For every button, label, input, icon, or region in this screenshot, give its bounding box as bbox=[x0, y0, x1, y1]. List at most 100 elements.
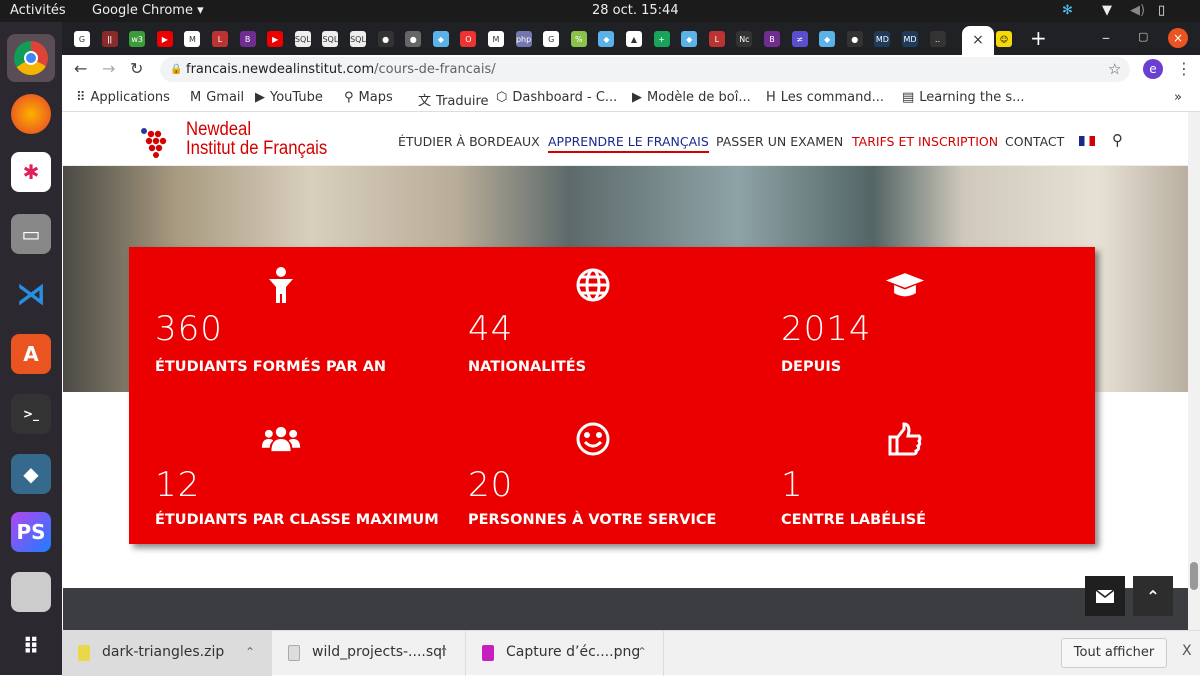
reload-button[interactable]: ↻ bbox=[130, 59, 143, 78]
dock-mysql-workbench[interactable]: ◆ bbox=[11, 454, 51, 494]
tab-favicon[interactable]: B bbox=[239, 31, 256, 47]
battery-icon[interactable]: ▯ bbox=[1158, 3, 1165, 18]
tab-favicon[interactable]: ● bbox=[405, 31, 422, 47]
tab-favicon[interactable]: php bbox=[515, 31, 532, 47]
slack-tray-icon[interactable]: ✻ bbox=[1062, 3, 1073, 18]
download-item[interactable]: dark-triangles.zip ⌃ bbox=[62, 631, 272, 676]
tab-favicon[interactable]: ◆ bbox=[681, 31, 698, 47]
dock-files[interactable]: ▭ bbox=[11, 214, 51, 254]
forward-button[interactable]: → bbox=[102, 59, 115, 78]
bookmark-icon: 文 bbox=[418, 94, 432, 109]
bookmark-item[interactable]: M Gmail bbox=[190, 90, 244, 105]
chevron-up-icon[interactable]: ⌃ bbox=[245, 631, 255, 674]
app-menu[interactable]: Google Chrome ▾ bbox=[92, 3, 204, 18]
tab-favicon[interactable]: ◆ bbox=[432, 31, 449, 47]
dock: ✱ ▭ ⋊ A >_ ◆ PS ⠿ bbox=[0, 22, 62, 675]
tab-favicon[interactable]: ǀǀ bbox=[101, 31, 118, 47]
tab-favicon[interactable]: G bbox=[543, 31, 560, 47]
maximize-button[interactable]: ▢ bbox=[1138, 30, 1148, 43]
back-button[interactable]: ← bbox=[74, 59, 87, 78]
tab-favicon[interactable]: ≠ bbox=[791, 31, 808, 47]
menu-icon[interactable]: ⋮ bbox=[1176, 59, 1192, 78]
bookmark-item[interactable]: ⠿ Applications bbox=[76, 90, 170, 105]
tab-favicon[interactable]: + bbox=[653, 31, 670, 47]
page-scrollbar[interactable] bbox=[1188, 112, 1200, 630]
dock-slack[interactable]: ✱ bbox=[11, 152, 51, 192]
search-icon[interactable]: ⚲ bbox=[1112, 131, 1123, 149]
download-item[interactable]: wild_projects-....sql ⌃ bbox=[272, 631, 466, 676]
tab-favicon[interactable]: L bbox=[708, 31, 725, 47]
nav-contact[interactable]: CONTACT bbox=[1005, 134, 1064, 149]
nav-examen[interactable]: PASSER UN EXAMEN bbox=[716, 134, 843, 149]
nav-tarifs[interactable]: TARIFS ET INSCRIPTION bbox=[852, 134, 998, 149]
close-tab-icon[interactable]: × bbox=[972, 32, 984, 48]
stat-value: 1 bbox=[781, 465, 804, 505]
bookmark-item[interactable]: ⚲ Maps bbox=[344, 90, 393, 105]
tab-favicon[interactable]: ▶ bbox=[267, 31, 284, 47]
bookmark-item[interactable]: 文 Traduire bbox=[418, 90, 489, 109]
chevron-up-icon[interactable]: ⌃ bbox=[439, 631, 449, 674]
activities-button[interactable]: Activités bbox=[10, 3, 66, 18]
clock[interactable]: 28 oct. 15:44 bbox=[592, 3, 679, 18]
tab-favicon[interactable]: B bbox=[764, 31, 780, 47]
tab-favicon[interactable]: SQL bbox=[322, 31, 339, 47]
dock-archive[interactable] bbox=[11, 572, 51, 612]
wifi-icon[interactable]: ▼ bbox=[1102, 3, 1112, 18]
bookmark-item[interactable]: ⬡ Dashboard - C... bbox=[496, 90, 617, 105]
active-tab[interactable]: × bbox=[962, 26, 994, 55]
close-window-button[interactable]: × bbox=[1168, 28, 1188, 48]
stat-label: DEPUIS bbox=[781, 359, 842, 375]
tab-favicon[interactable]: ‥ bbox=[929, 31, 946, 47]
dock-firefox[interactable] bbox=[11, 94, 51, 134]
close-downloads-bar-button[interactable]: X bbox=[1182, 643, 1192, 659]
bookmark-star-icon[interactable]: ☆ bbox=[1108, 60, 1121, 78]
french-flag-icon[interactable] bbox=[1079, 136, 1095, 146]
dock-show-apps[interactable]: ⠿ bbox=[11, 627, 51, 667]
email-button[interactable] bbox=[1085, 576, 1125, 616]
envelope-icon bbox=[1096, 589, 1114, 603]
nav-apprendre[interactable]: APPRENDRE LE FRANÇAIS bbox=[548, 134, 709, 153]
new-tab-button[interactable]: + bbox=[1030, 26, 1047, 50]
tab-favicon[interactable]: MD bbox=[902, 31, 918, 47]
tab-favicon[interactable]: SQL bbox=[350, 31, 366, 47]
tab-favicon[interactable]: ☺ bbox=[996, 31, 1012, 47]
dock-phpstorm[interactable]: PS bbox=[11, 512, 51, 552]
tab-favicon[interactable]: ▲ bbox=[626, 31, 642, 47]
tab-favicon[interactable]: ▶ bbox=[156, 31, 173, 47]
tab-favicon[interactable]: Nc bbox=[736, 31, 753, 47]
tab-favicon[interactable]: ● bbox=[846, 31, 863, 47]
tab-favicon[interactable]: SQL bbox=[294, 31, 311, 47]
url-bar[interactable]: 🔒 francais.newdealinstitut.com/cours-de-f… bbox=[160, 57, 1130, 82]
more-bookmarks-button[interactable]: » bbox=[1174, 90, 1182, 105]
tab-favicon[interactable]: ● bbox=[377, 31, 394, 47]
show-all-downloads-button[interactable]: Tout afficher bbox=[1061, 638, 1167, 668]
tab-favicon[interactable]: L bbox=[212, 31, 228, 47]
grapes-logo-icon bbox=[141, 128, 167, 158]
scroll-top-button[interactable]: ⌃ bbox=[1133, 576, 1173, 616]
bookmark-item[interactable]: ▤ Learning the s... bbox=[902, 90, 1025, 105]
nav-etudier[interactable]: ÉTUDIER À BORDEAUX bbox=[398, 134, 540, 149]
tab-favicon[interactable]: % bbox=[570, 31, 587, 47]
download-item[interactable]: Capture d’éc....png ⌃ bbox=[466, 631, 664, 676]
tab-favicon[interactable]: ◆ bbox=[819, 31, 836, 47]
tab-favicon[interactable]: M bbox=[488, 31, 504, 47]
dock-terminal[interactable]: >_ bbox=[11, 394, 51, 434]
volume-icon[interactable]: ◀) bbox=[1130, 3, 1145, 18]
bookmark-item[interactable]: ▶ Modèle de boî... bbox=[632, 90, 751, 105]
tab-favicon[interactable]: O bbox=[460, 31, 477, 47]
chevron-up-icon[interactable]: ⌃ bbox=[637, 631, 647, 674]
profile-avatar[interactable]: e bbox=[1143, 59, 1163, 79]
bookmark-item[interactable]: ▶ YouTube bbox=[255, 90, 323, 105]
dock-vscode[interactable]: ⋊ bbox=[11, 274, 51, 314]
dock-chrome[interactable] bbox=[7, 34, 55, 82]
bookmark-item[interactable]: H Les command... bbox=[766, 90, 884, 105]
tab-favicon[interactable]: M bbox=[184, 31, 201, 47]
minimize-button[interactable]: – bbox=[1102, 28, 1110, 47]
tab-favicon[interactable]: w3 bbox=[129, 31, 146, 47]
tab-favicon[interactable]: G bbox=[74, 31, 90, 47]
tab-favicon[interactable]: MD bbox=[874, 31, 891, 47]
tab-favicon[interactable]: ◆ bbox=[598, 31, 615, 47]
dock-software[interactable]: A bbox=[11, 334, 51, 374]
scrollbar-thumb[interactable] bbox=[1190, 562, 1198, 590]
address-toolbar: ← → ↻ 🔒 francais.newdealinstitut.com/cour… bbox=[62, 55, 1200, 84]
